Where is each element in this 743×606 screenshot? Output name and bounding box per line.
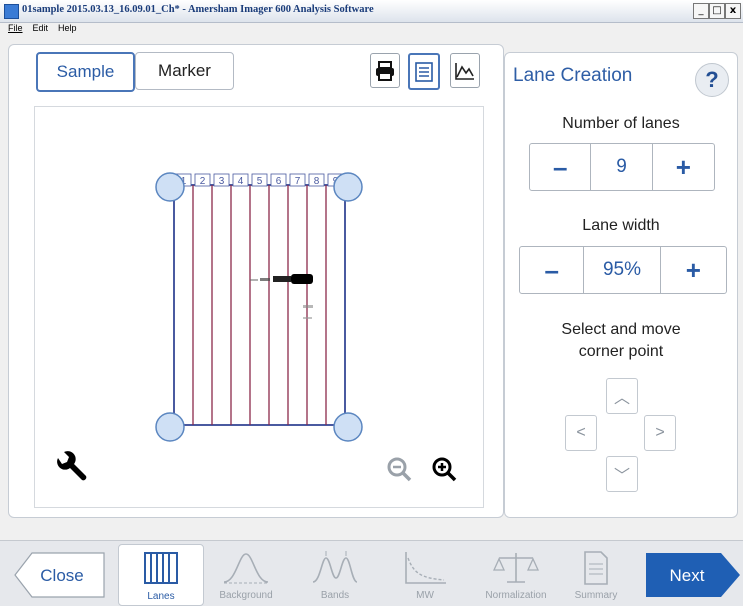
nav-mw-label: MW [416, 590, 434, 601]
gel-canvas: 123456789 [155, 172, 363, 442]
lane-number: 2 [200, 176, 206, 187]
chevron-down-icon: ﹀ [613, 468, 630, 485]
tab-marker[interactable]: Marker [135, 52, 234, 90]
move-up-button[interactable]: ︿ [606, 378, 638, 414]
corner-handle-bottom-left [155, 412, 185, 442]
lane-creation-title: Lane Creation [513, 65, 633, 86]
number-of-lanes-stepper: – 9 + [529, 143, 715, 191]
menu-bar: File Edit Help [0, 23, 77, 37]
print-button[interactable] [370, 53, 400, 88]
number-of-lanes-label: Number of lanes [562, 115, 680, 132]
list-view-button[interactable] [408, 53, 440, 90]
menu-edit[interactable]: Edit [33, 23, 49, 37]
window-controls: _ □ x [693, 3, 741, 19]
maximize-button[interactable]: □ [709, 3, 725, 19]
title-bar: 01sample 2015.03.13_16.09.01_Ch* - Amers… [0, 0, 743, 23]
lane-number: 4 [238, 176, 244, 187]
help-button[interactable]: ? [695, 63, 729, 97]
corner-handle-bottom-right [333, 412, 363, 442]
document-icon [584, 551, 608, 585]
lanes-plus-button[interactable]: + [653, 144, 714, 190]
lane-width-label: Lane width [582, 217, 660, 234]
corner-handle-top-right [333, 172, 363, 202]
corner-label-line1: Select and move [561, 321, 681, 338]
band [250, 279, 258, 281]
lane-number: 3 [219, 176, 225, 187]
lane-number: 5 [257, 176, 263, 187]
chevron-left-icon: < [576, 424, 586, 441]
nav-normalization-label: Normalization [485, 590, 547, 601]
lane-number: 7 [295, 176, 301, 187]
corner-handle-top-left [155, 172, 185, 202]
bands-group [250, 274, 313, 319]
lane-number: 6 [276, 176, 282, 187]
chart-icon [455, 62, 474, 80]
nav-bands-label: Bands [320, 590, 350, 601]
list-icon [415, 61, 433, 82]
window-title: 01sample 2015.03.13_16.09.01_Ch* - Amers… [22, 4, 374, 15]
next-label: Next [670, 566, 705, 585]
zoom-out-icon [387, 457, 412, 482]
background-icon [223, 553, 269, 584]
move-right-button[interactable]: > [644, 415, 676, 451]
band [303, 305, 313, 308]
chevron-right-icon: > [655, 424, 665, 441]
width-plus-button[interactable]: + [661, 247, 726, 293]
band [303, 317, 312, 319]
band [291, 274, 313, 284]
zoom-in-icon [432, 457, 457, 482]
gel-image-area[interactable]: 123456789 [34, 106, 484, 508]
nav-lanes[interactable]: Lanes [118, 544, 204, 606]
lanes-minus-button[interactable]: – [530, 144, 592, 190]
nav-lanes-label: Lanes [147, 591, 175, 602]
lane-number: 8 [314, 176, 320, 187]
band [273, 276, 291, 282]
lanes-value[interactable]: 9 [591, 144, 653, 190]
close-window-button[interactable]: x [725, 3, 741, 19]
band [260, 278, 270, 281]
printer-icon [376, 60, 394, 81]
tab-sample[interactable]: Sample [36, 52, 135, 92]
nav-normalization[interactable]: Normalization [478, 544, 554, 604]
scale-icon [492, 553, 540, 583]
width-minus-button[interactable]: – [520, 247, 585, 293]
close-button[interactable]: Close [14, 552, 106, 598]
corner-label-line2: corner point [578, 343, 664, 360]
lanes-icon [144, 552, 178, 584]
nav-background[interactable]: Background [208, 544, 284, 604]
mw-icon [405, 552, 446, 584]
bands-icon [312, 551, 358, 583]
menu-help[interactable]: Help [58, 23, 77, 37]
move-left-button[interactable]: < [565, 415, 597, 451]
nav-bands[interactable]: Bands [297, 544, 373, 604]
lane-creation-panel: Lane Creation ? Number of lanes – 9 + La… [504, 52, 738, 518]
nav-mw[interactable]: MW [387, 544, 463, 604]
app-icon [4, 4, 19, 19]
chevron-up-icon: ︿ [613, 390, 630, 407]
minimize-button[interactable]: _ [693, 3, 709, 19]
close-label: Close [40, 566, 83, 585]
nav-summary[interactable]: Summary [558, 544, 634, 604]
menu-file[interactable]: File [8, 23, 23, 37]
lane-width-stepper: – 95% + [519, 246, 727, 294]
settings-button[interactable] [52, 450, 88, 486]
width-value[interactable]: 95% [584, 247, 661, 293]
nav-summary-label: Summary [574, 590, 618, 601]
next-button[interactable]: Next [645, 552, 741, 598]
lane-frame [173, 184, 346, 426]
move-down-button[interactable]: ﹀ [606, 456, 638, 492]
chart-view-button[interactable] [450, 53, 480, 88]
zoom-out-button[interactable] [385, 455, 413, 483]
nav-background-label: Background [219, 590, 273, 601]
zoom-in-button[interactable] [430, 455, 458, 483]
wrench-icon [57, 451, 87, 481]
